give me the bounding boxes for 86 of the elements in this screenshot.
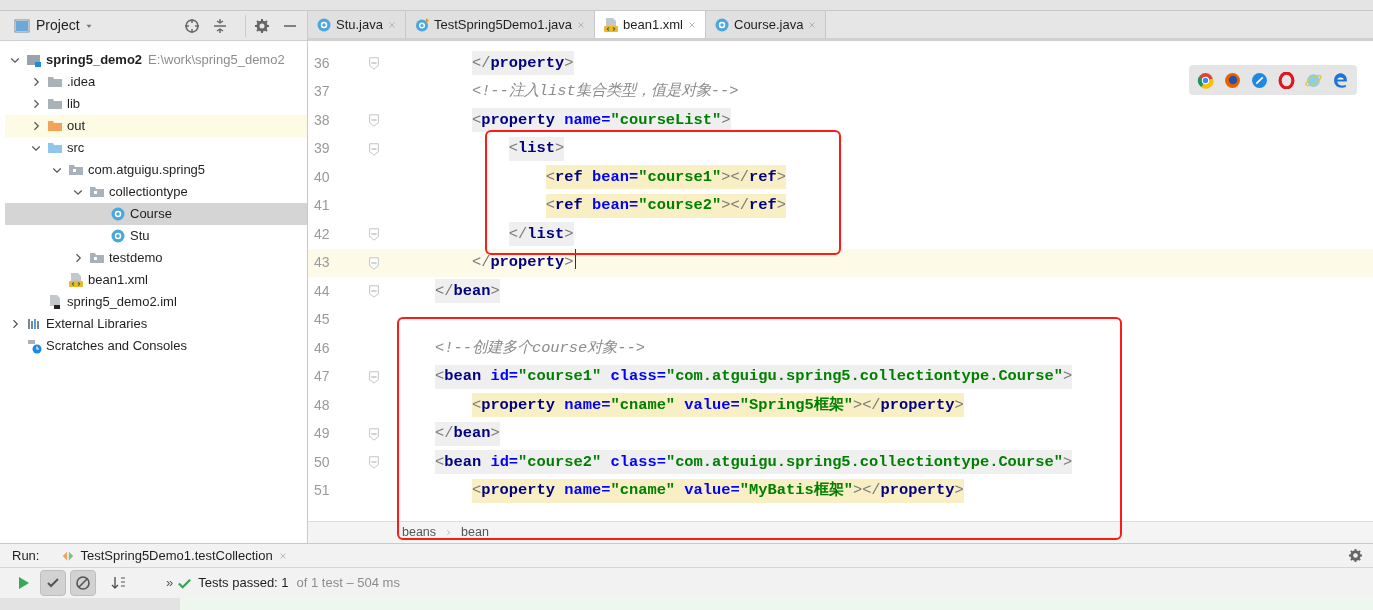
folder-icon xyxy=(47,74,63,90)
tree-item[interactable]: External Libraries xyxy=(5,313,307,335)
browser-icon xyxy=(1278,71,1295,89)
tree-item[interactable]: out xyxy=(5,115,307,137)
line-number: 42 xyxy=(313,224,331,244)
test-detail: of 1 test – 504 ms xyxy=(296,574,400,593)
xml-file-icon xyxy=(68,272,84,288)
class-icon xyxy=(316,16,332,33)
line-number: 41 xyxy=(313,196,331,216)
tree-item[interactable]: src xyxy=(5,137,307,159)
line-number: 38 xyxy=(313,110,331,130)
tree-item[interactable]: Scratches and Consoles xyxy=(5,335,307,357)
close-icon xyxy=(387,19,397,30)
close-icon xyxy=(576,19,586,30)
code-line: <!--注入list集合类型，值是对象--> xyxy=(471,81,739,103)
line-number: 50 xyxy=(313,452,331,472)
more-button[interactable]: » xyxy=(166,573,174,593)
close-icon xyxy=(687,19,697,30)
scratches-icon xyxy=(26,338,42,354)
libraries-icon xyxy=(26,316,42,332)
code-line: </property> xyxy=(471,252,574,274)
collapse-icon[interactable] xyxy=(212,17,228,34)
browser-icon xyxy=(1251,71,1268,89)
line-number: 44 xyxy=(313,281,331,301)
tree-item[interactable]: Course xyxy=(5,203,307,225)
module-path: E:\work\spring5_demo2 xyxy=(148,51,285,70)
toolbar-checkmark-button[interactable] xyxy=(40,570,66,596)
file-icon xyxy=(47,294,63,310)
tree-item[interactable]: bean1.xml xyxy=(5,269,307,291)
tree-item[interactable]: .idea xyxy=(5,71,307,93)
editor-tab[interactable]: Stu.java xyxy=(308,11,406,38)
editor-tab[interactable]: TestSpring5Demo1.java xyxy=(406,11,595,38)
breadcrumb[interactable]: bean xyxy=(461,523,489,542)
line-number: 46 xyxy=(313,338,331,358)
tree-item[interactable]: Stu xyxy=(5,225,307,247)
class-icon xyxy=(110,228,126,244)
run-tab[interactable]: TestSpring5Demo1.testCollection xyxy=(57,544,292,567)
test-status: Tests passed: 1 xyxy=(198,574,289,593)
settings-icon[interactable] xyxy=(254,17,270,34)
browser-icon xyxy=(1197,71,1214,89)
line-number: 45 xyxy=(313,310,331,330)
line-number: 49 xyxy=(313,424,331,444)
line-number: 37 xyxy=(313,82,331,102)
editor-tab[interactable]: bean1.xml xyxy=(595,11,706,38)
test-class-icon xyxy=(414,16,430,33)
package-icon xyxy=(68,162,84,178)
browser-icon xyxy=(1305,71,1322,89)
class-icon xyxy=(714,16,730,33)
tree-item[interactable]: testdemo xyxy=(5,247,307,269)
folder-icon xyxy=(47,118,63,134)
editor-tab[interactable]: Course.java xyxy=(706,11,827,38)
tree-item[interactable]: spring5_demo2.iml xyxy=(5,291,307,313)
package-icon xyxy=(89,184,105,200)
xml-file-icon xyxy=(603,16,619,33)
breadcrumb[interactable]: beans xyxy=(402,523,437,542)
tree-item[interactable]: com.atguigu.spring5 xyxy=(5,159,307,181)
project-view-dropdown[interactable]: Project xyxy=(36,15,94,36)
folder-icon xyxy=(47,96,63,112)
close-icon xyxy=(277,550,288,561)
package-icon xyxy=(89,250,105,266)
browser-icon xyxy=(1224,71,1241,89)
line-number: 51 xyxy=(313,481,331,501)
chevron-right-icon xyxy=(444,528,454,537)
line-number: 47 xyxy=(313,367,331,387)
class-icon xyxy=(110,206,126,222)
toolbar-ignored-button[interactable] xyxy=(70,570,96,596)
tree-item[interactable]: lib xyxy=(5,93,307,115)
folder-icon xyxy=(47,140,63,156)
close-icon xyxy=(807,19,818,30)
browser-icon xyxy=(1332,71,1349,89)
tree-item[interactable]: spring5_demo2 E:\work\spring5_demo2 xyxy=(5,49,307,71)
line-number: 40 xyxy=(313,167,331,187)
module-icon xyxy=(26,52,42,68)
text-cursor xyxy=(575,249,576,269)
sort-icon xyxy=(111,575,127,591)
ignored-icon xyxy=(75,575,91,591)
line-number: 39 xyxy=(313,139,331,159)
locate-icon[interactable] xyxy=(184,17,200,34)
settings-icon[interactable] xyxy=(1348,548,1363,563)
tree-item[interactable]: collectiontype xyxy=(5,181,307,203)
line-number: 43 xyxy=(313,253,331,273)
code-line: <!--创建多个course对象--> xyxy=(434,337,646,359)
line-number: 48 xyxy=(313,395,331,415)
line-number: 36 xyxy=(313,53,331,73)
panel-icon xyxy=(14,17,30,34)
run-label: Run: xyxy=(12,546,40,565)
